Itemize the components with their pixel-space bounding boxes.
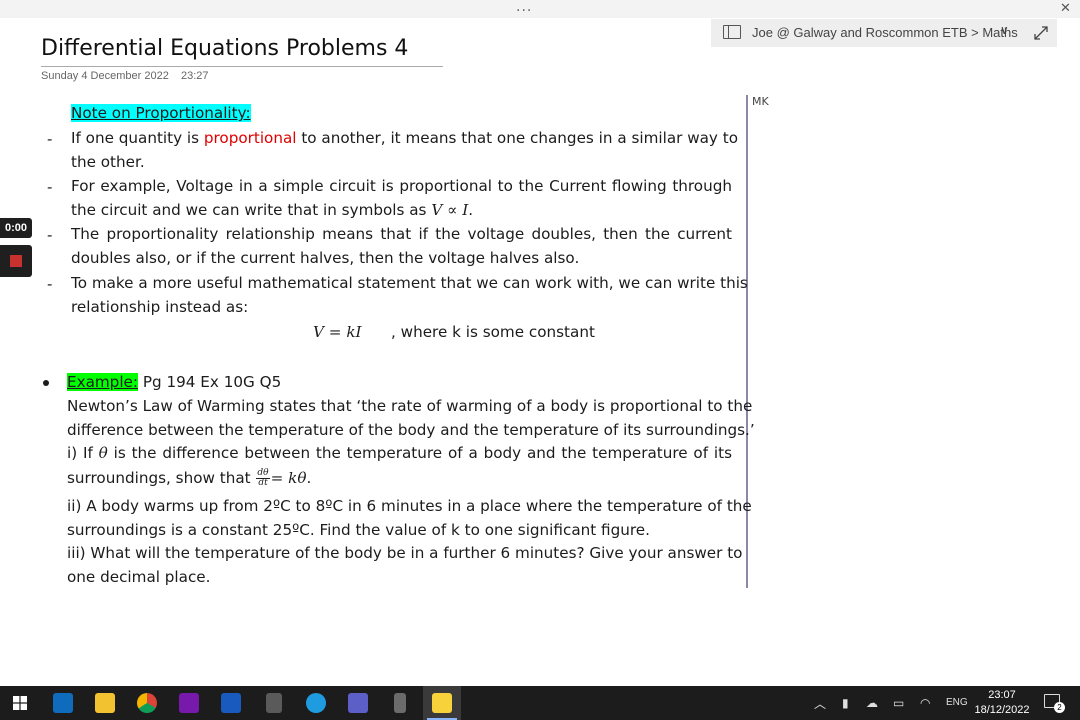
- bullet-dash: -: [47, 275, 53, 293]
- close-icon[interactable]: ✕: [1060, 1, 1071, 16]
- language-indicator[interactable]: ENG: [946, 697, 968, 708]
- calculator-icon[interactable]: [266, 693, 282, 713]
- windows-taskbar: ︿ ▮ ☁ ▭ ◠ ENG 23:07 18/12/2022 2: [0, 686, 1080, 720]
- expand-icon: [1034, 26, 1048, 40]
- paragraph-line: difference between the temperature of th…: [67, 421, 755, 439]
- chrome-icon[interactable]: [137, 693, 157, 713]
- notebook-breadcrumb[interactable]: Joe @ Galway and Roscommon ETB > Maths ∨: [711, 19, 1049, 47]
- recording-timer: 0:00: [0, 218, 32, 238]
- example-heading: Example: Pg 194 Ex 10G Q5: [67, 370, 281, 394]
- heading-highlight: Note on Proportionality:: [71, 104, 251, 122]
- sticky-notes-icon: [432, 693, 452, 713]
- side-note-text[interactable]: MK: [752, 95, 769, 108]
- notification-count: 2: [1054, 702, 1065, 713]
- paragraph-line: one decimal place.: [67, 568, 211, 586]
- paragraph-line: i) If θ is the difference between the te…: [67, 444, 732, 462]
- window-title-strip: ... ✕: [0, 0, 1080, 18]
- math-k-theta: = kθ: [270, 469, 307, 487]
- paragraph-line: For example, Voltage in a simple circuit…: [71, 177, 732, 195]
- windows-start-icon[interactable]: [13, 696, 27, 710]
- paragraph-line: the circuit and we can write that in sym…: [71, 201, 474, 219]
- sticky-notes-active[interactable]: [423, 686, 461, 720]
- example-label: Example:: [67, 373, 139, 391]
- wifi-icon[interactable]: ◠: [920, 696, 930, 710]
- math-v-prop-i: V ∝ I: [431, 201, 469, 219]
- clock-date: 18/12/2022: [974, 704, 1030, 716]
- page-title[interactable]: Differential Equations Problems 4: [41, 36, 408, 61]
- paragraph-line: ii) A body warms up from 2ºC to 8ºC in 6…: [67, 497, 752, 515]
- microphone-icon[interactable]: ▮: [842, 696, 849, 710]
- paragraph-line: iii) What will the temperature of the bo…: [67, 544, 743, 562]
- file-explorer-icon[interactable]: [95, 693, 115, 713]
- paragraph-line: Newton’s Law of Warming states that ‘the…: [67, 397, 753, 415]
- outlook-icon[interactable]: [53, 693, 73, 713]
- clock-time: 23:07: [988, 689, 1016, 701]
- equation-v-ki: V = kI: [313, 323, 362, 341]
- more-options-dots[interactable]: ...: [516, 0, 532, 14]
- teams-icon[interactable]: [348, 693, 368, 713]
- onedrive-icon[interactable]: ☁: [866, 696, 878, 710]
- chevron-down-icon[interactable]: ∨: [1000, 23, 1009, 37]
- paragraph-line: If one quantity is proportional to anoth…: [71, 129, 738, 147]
- battery-icon[interactable]: ▭: [893, 696, 904, 710]
- taskbar-clock[interactable]: 23:07 18/12/2022: [972, 688, 1032, 718]
- word-icon[interactable]: [221, 693, 241, 713]
- notebook-icon: [723, 25, 741, 39]
- page-date: Sunday 4 December 2022: [41, 70, 169, 82]
- math-theta: θ: [98, 444, 108, 462]
- paragraph-line: The proportionality relationship means t…: [71, 225, 732, 243]
- title-divider: [41, 66, 443, 67]
- proportionality-heading: Note on Proportionality:: [71, 101, 251, 125]
- proportional-word: proportional: [203, 129, 297, 147]
- chevron-up-icon[interactable]: ︿: [814, 695, 826, 712]
- bullet-dash: -: [47, 178, 53, 196]
- bullet-dash: -: [47, 226, 53, 244]
- paragraph-line: relationship instead as:: [71, 298, 249, 316]
- equation-note: , where k is some constant: [391, 323, 595, 341]
- edge-icon[interactable]: [306, 693, 326, 713]
- paragraph-line: surroundings, show that dθ dt = kθ.: [67, 468, 312, 488]
- bullet-dash: -: [47, 130, 53, 148]
- page-time: 23:27: [181, 70, 209, 82]
- paragraph-line: surroundings is a constant 25ºC. Find th…: [67, 521, 650, 539]
- stop-recording-button[interactable]: [0, 245, 32, 277]
- paragraph-line: the other.: [71, 153, 145, 171]
- expand-button[interactable]: [1025, 19, 1057, 47]
- paragraph-line: To make a more useful mathematical state…: [71, 274, 748, 292]
- onenote-icon[interactable]: [179, 693, 199, 713]
- bullet-dot: [43, 380, 49, 386]
- paragraph-line: doubles also, or if the current halves, …: [71, 249, 580, 267]
- derivative-fraction: dθ dt: [256, 468, 270, 488]
- phone-icon[interactable]: [394, 693, 406, 713]
- example-reference: Pg 194 Ex 10G Q5: [138, 373, 282, 391]
- breadcrumb-text: Joe @ Galway and Roscommon ETB > Maths: [752, 25, 1018, 40]
